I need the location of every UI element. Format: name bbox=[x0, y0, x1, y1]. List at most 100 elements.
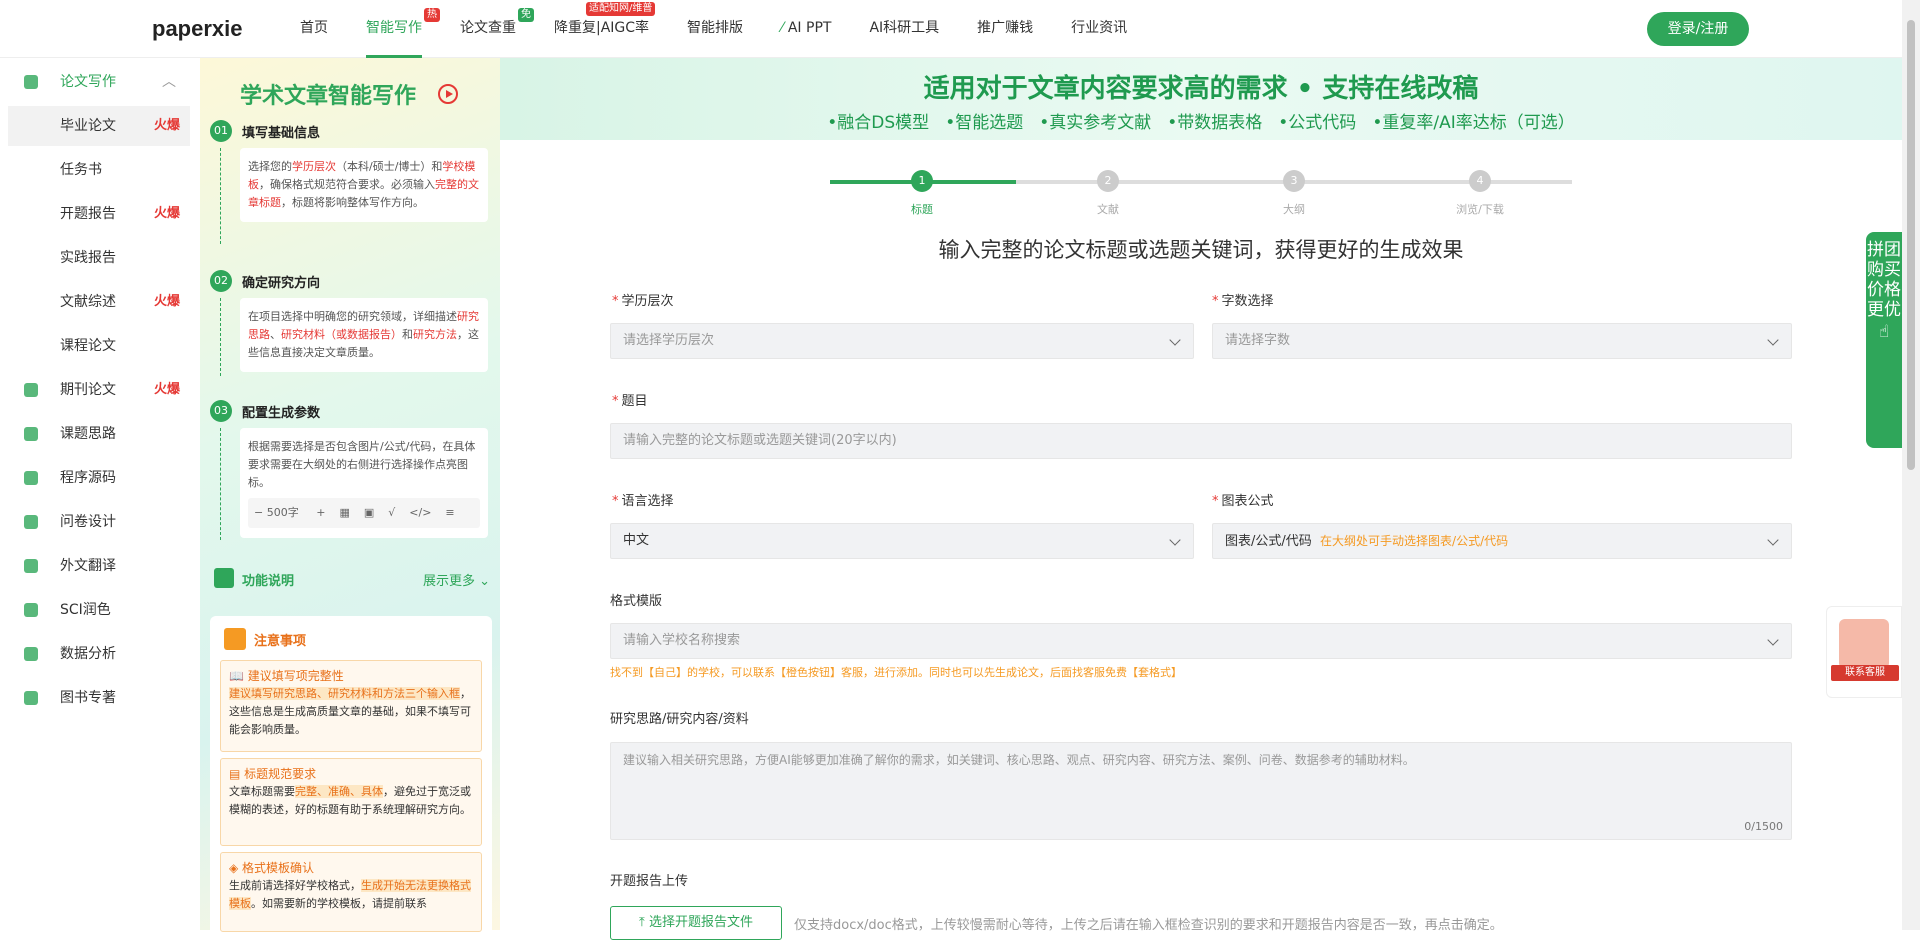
words-stepper[interactable]: − 500字 + bbox=[254, 504, 325, 522]
wand-icon: ⁄ bbox=[781, 20, 788, 36]
customer-service-widget[interactable]: 联系客服 bbox=[1826, 606, 1902, 698]
sidebar-item-literature-review[interactable]: 文献综述 火爆 bbox=[8, 282, 190, 322]
step-card: 在项目选择中明确您的研究领域，详细描述研究思路、研究材料（或数据报告）和研究方法… bbox=[240, 298, 488, 372]
sidebar: 论文写作 ︿ 毕业论文 火爆 任务书 开题报告 火爆 实践报告 文献综述 火爆 课程论… bbox=[0, 58, 200, 930]
sidebar-item-course-paper[interactable]: 课程论文 bbox=[8, 326, 190, 366]
notice-card: 注意事项 📖 建议填写项完整性 建议填写研究思路、研究材料和方法三个输入框，这些… bbox=[210, 616, 492, 946]
hot-label: 火爆 bbox=[153, 294, 180, 309]
sidebar-item-book[interactable]: 图书专著 bbox=[8, 678, 190, 718]
step-dot-4: 4 bbox=[1469, 170, 1491, 192]
upload-tip: 仅支持docx/doc格式，上传较慢需耐心等待，上传之后请在输入框检查识别的要求… bbox=[794, 918, 1503, 933]
nav-industry-news[interactable]: 行业资讯 bbox=[1071, 0, 1127, 58]
sidebar-group-paper-writing[interactable]: 论文写作 ︿ bbox=[8, 62, 190, 102]
show-more-link[interactable]: 展示更多 ⌄ bbox=[423, 570, 490, 589]
form-hint: 输入完整的论文标题或选题关键词，获得更好的生成效果 bbox=[938, 238, 1464, 262]
formula-icon: √ bbox=[388, 506, 396, 519]
guide-panel: 学术文章智能写作 01 填写基础信息 选择您的学历层次（本科/硕士/博士）和学校… bbox=[200, 58, 500, 946]
step-card: 选择您的学历层次（本科/硕士/博士）和学校模板，确保格式规范符合要求。必须输入完… bbox=[240, 148, 488, 222]
nav-ai-research-tools[interactable]: AI科研工具 bbox=[869, 0, 939, 58]
chart-formula-select[interactable]: 图表/公式/代码 在大纲处可手动选择图表/公式/代码 bbox=[1212, 523, 1792, 559]
step-label-4: 浏览/下载 bbox=[1456, 203, 1504, 216]
nav-home[interactable]: 首页 bbox=[300, 0, 328, 58]
notice-item: 📖 建议填写项完整性 建议填写研究思路、研究材料和方法三个输入框，这些信息是生成… bbox=[220, 660, 482, 752]
grid-icon bbox=[214, 568, 234, 588]
sidebar-item-questionnaire[interactable]: 问卷设计 bbox=[8, 502, 190, 542]
main-content: 适用对于文章内容要求高的需求 • 支持在线改稿 •融合DS模型 •智能选题 •真实参… bbox=[500, 58, 1902, 940]
hot-label: 火爆 bbox=[153, 118, 180, 133]
words-label: * 字数选择 bbox=[1212, 294, 1274, 309]
group-buy-tab[interactable]: 拼团购买 价格更优 ☝ bbox=[1866, 232, 1902, 448]
language-select[interactable]: 中文 bbox=[610, 523, 1194, 559]
chevron-down-icon bbox=[1767, 334, 1779, 346]
hot-label: 火爆 bbox=[153, 382, 180, 397]
sidebar-item-graduation-thesis[interactable]: 毕业论文 火爆 bbox=[8, 106, 190, 146]
chevron-down-icon bbox=[1169, 334, 1181, 346]
code-icon: </> bbox=[409, 506, 432, 519]
scrollbar[interactable] bbox=[1902, 0, 1920, 930]
research-textarea[interactable]: 建议输入相关研究思路，方便AI能够更加准确了解你的需求，如关键词、核心思路、观点… bbox=[610, 742, 1792, 840]
template-tip: 找不到【自己】的学校，可以联系【橙色按钮】客服，进行添加。同时也可以先生成论文，… bbox=[610, 666, 1182, 679]
words-select[interactable]: 请选择字数 bbox=[1212, 323, 1792, 359]
logo-text: paperxie bbox=[152, 16, 243, 41]
topic-label: * 题目 bbox=[612, 394, 648, 409]
nav-promote-earn[interactable]: 推广赚钱 bbox=[977, 0, 1033, 58]
upload-proposal-button[interactable]: ⤒ 选择开题报告文件 bbox=[610, 906, 782, 940]
sidebar-item-sci-polish[interactable]: SCI润色 bbox=[8, 590, 190, 630]
research-label: 研究思路/研究内容/资料 bbox=[610, 712, 749, 727]
journal-icon bbox=[24, 383, 38, 397]
param-toolbar: − 500字 + ▦ ▣ √ </> ≡ bbox=[248, 498, 480, 528]
list-icon: ≡ bbox=[445, 506, 455, 519]
nav-smart-layout[interactable]: 智能排版 bbox=[687, 0, 743, 58]
idea-icon bbox=[24, 427, 38, 441]
pencil-icon bbox=[24, 75, 38, 89]
step-label-3: 大纲 bbox=[1283, 203, 1305, 216]
step-label-1: 标题 bbox=[911, 203, 933, 216]
sidebar-item-proposal[interactable]: 开题报告 火爆 bbox=[8, 194, 190, 234]
nav-smart-writing[interactable]: 智能写作热 bbox=[366, 0, 440, 58]
sidebar-item-task-book[interactable]: 任务书 bbox=[8, 150, 190, 190]
logo[interactable]: paperxie bbox=[152, 10, 243, 48]
notice-item: ▤ 标题规范要求 文章标题需要完整、准确、具体，避免过于宽泛或模糊的表述，好的标… bbox=[220, 758, 482, 846]
login-register-button[interactable]: 登录/注册 bbox=[1647, 12, 1749, 46]
play-video-icon[interactable] bbox=[438, 84, 458, 104]
scrollbar-thumb[interactable] bbox=[1907, 20, 1915, 470]
step-card: 根据需要选择是否包含图片/公式/代码，在具体要求需要在大纲处的右侧进行选择操作点… bbox=[240, 428, 488, 538]
sidebar-item-journal-paper[interactable]: 期刊论文 火爆 bbox=[8, 370, 190, 410]
clipboard-icon bbox=[24, 515, 38, 529]
sidebar-item-source-code[interactable]: 程序源码 bbox=[8, 458, 190, 498]
level-label: * 学历层次 bbox=[612, 294, 674, 309]
sidebar-item-translation[interactable]: 外文翻译 bbox=[8, 546, 190, 586]
hot-badge: 热 bbox=[424, 8, 440, 22]
level-select[interactable]: 请选择学历层次 bbox=[610, 323, 1194, 359]
feature-banner: 适用对于文章内容要求高的需求 • 支持在线改稿 •融合DS模型 •智能选题 •真实参… bbox=[500, 58, 1902, 140]
language-label: * 语言选择 bbox=[612, 494, 674, 509]
upload-label: 开题报告上传 bbox=[610, 874, 689, 889]
nav-plagiarism-check[interactable]: 论文查重免 bbox=[460, 0, 534, 58]
book-icon: 📖 bbox=[229, 669, 248, 683]
notice-item: ◈ 格式模板确认 生成前请选择好学校格式，生成开始无法更换格式模板。如需要新的学… bbox=[220, 852, 482, 932]
step-dot-3: 3 bbox=[1283, 170, 1305, 192]
main-nav: 首页 智能写作热 论文查重免 降重复|AIGC率 适配知网/维普 智能排版 ⁄ A… bbox=[300, 0, 1165, 58]
bar-chart-icon bbox=[24, 647, 38, 661]
step-dot-2: 2 bbox=[1097, 170, 1119, 192]
template-search-select[interactable]: 请输入学校名称搜索 bbox=[610, 623, 1792, 659]
step-label-2: 文献 bbox=[1097, 203, 1119, 216]
book-icon bbox=[24, 691, 38, 705]
nav-ai-ppt[interactable]: ⁄ AI PPT bbox=[781, 0, 831, 58]
sidebar-item-practice-report[interactable]: 实践报告 bbox=[8, 238, 190, 278]
step-dot-1: 1 bbox=[911, 170, 933, 192]
translate-icon bbox=[24, 559, 38, 573]
free-badge: 免 bbox=[518, 8, 534, 22]
chevron-down-icon bbox=[1169, 534, 1181, 546]
notice-icon bbox=[224, 628, 246, 650]
top-navbar: paperxie 首页 智能写作热 论文查重免 降重复|AIGC率 适配知网/维普… bbox=[0, 0, 1902, 58]
step-progress-bar bbox=[830, 180, 1572, 184]
nav-reduce-aigc[interactable]: 降重复|AIGC率 适配知网/维普 bbox=[554, 0, 656, 58]
chart-formula-label: * 图表公式 bbox=[1212, 494, 1274, 509]
template-icon: ◈ bbox=[229, 861, 243, 875]
topic-input[interactable]: 请输入完整的论文标题或选题关键词(20字以内) bbox=[610, 423, 1792, 459]
chevron-up-icon: ︿ bbox=[162, 74, 176, 90]
sidebar-item-data-analysis[interactable]: 数据分析 bbox=[8, 634, 190, 674]
sidebar-item-topic-ideas[interactable]: 课题思路 bbox=[8, 414, 190, 454]
code-icon bbox=[24, 471, 38, 485]
